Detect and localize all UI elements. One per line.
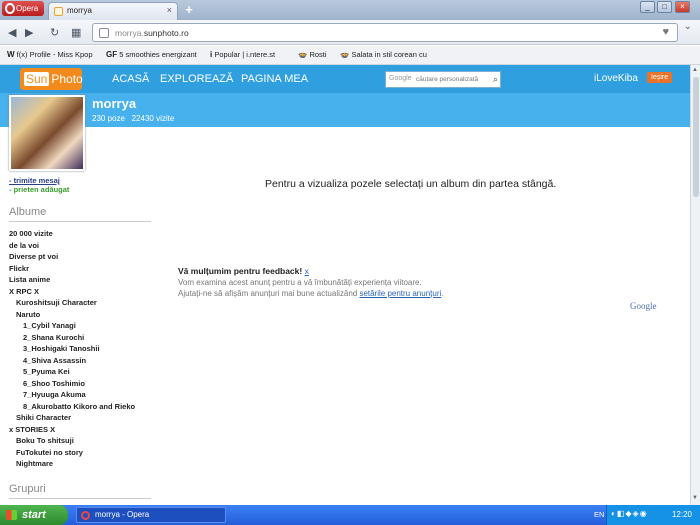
groups-divider (9, 498, 151, 499)
taskbar-item-opera[interactable]: morrya - Opera (76, 507, 226, 523)
scrollbar-thumb[interactable] (693, 77, 699, 197)
album-item[interactable]: 1_Cybil Yanagi (9, 320, 159, 332)
google-logo: Google (630, 301, 657, 311)
album-item[interactable]: 3_Hoshigaki Tanoshii (9, 343, 159, 355)
address-input[interactable]: morrya.sunphoto.ro ♥ (92, 23, 678, 42)
bookmark-item[interactable]: i Popular | i.ntere.st (210, 50, 275, 59)
profile-avatar[interactable] (9, 95, 85, 171)
nav-pagina-mea[interactable]: PAGINA MEA (241, 73, 308, 85)
feedback-title: Vă mulțumim pentru feedback! x (178, 266, 309, 276)
opera-menu-label: Opera (16, 4, 39, 13)
web-page: Sun Photo ACASĂ EXPLOREAZĂ PAGINA MEA Goo… (0, 65, 690, 505)
home-grid-icon[interactable]: ▦ (71, 26, 81, 39)
windows-taskbar: start morrya - Opera EN ◐◧◆◈◉ 12:20 (0, 505, 700, 525)
album-item[interactable]: Lista anime (9, 274, 159, 286)
album-item[interactable]: Shiki Character (9, 412, 159, 424)
start-button[interactable]: start (0, 505, 68, 525)
sunphoto-logo[interactable]: Sun Photo (20, 68, 83, 90)
bookmark-item[interactable]: W f(x) Profile - Miss Kpop (7, 50, 93, 59)
send-message-link[interactable]: - trimite mesaj (9, 176, 69, 185)
feedback-line-2: Ajutați-ne să afișăm anunțuri mai bune a… (178, 289, 444, 298)
taskbar-item-label: morrya - Opera (95, 510, 150, 519)
tab-morrya[interactable]: morrya × (48, 2, 178, 20)
current-user-link[interactable]: iLoveKiba (594, 73, 638, 84)
album-item[interactable]: 20 000 vizite (9, 228, 159, 240)
album-item[interactable]: 4_Shiva Assassin (9, 355, 159, 367)
album-item[interactable]: 2_Shana Kurochi (9, 332, 159, 344)
tab-close-icon[interactable]: × (167, 5, 172, 15)
site-header: Sun Photo ACASĂ EXPLOREAZĂ PAGINA MEA Goo… (0, 65, 690, 93)
logout-button[interactable]: Ieșire (647, 72, 673, 83)
feedback-line-1: Vom examina acest anunț pentru a vă îmbu… (178, 278, 422, 287)
album-item[interactable]: Kuroshitsuji Character (9, 297, 159, 309)
feedback-close-link[interactable]: x (305, 266, 309, 276)
minimize-button[interactable]: _ (640, 1, 655, 13)
start-label: start (22, 509, 46, 521)
site-search-input[interactable]: Google căutare personalizată ⌕ (385, 71, 501, 88)
bookmarks-bar: W f(x) Profile - Miss Kpop GF 5 smoothie… (0, 46, 700, 65)
site-info-icon[interactable] (99, 28, 109, 38)
system-clock[interactable]: 12:20 (672, 510, 692, 519)
album-item[interactable]: Nightmare (9, 458, 159, 470)
tab-favicon-icon (54, 7, 63, 16)
browser-tab-bar: Opera morrya × + _ □ × (0, 0, 700, 20)
address-toolbar: ◀ ▶ ↻ ▦ morrya.sunphoto.ro ♥ ⌄ (0, 20, 700, 45)
opera-menu-button[interactable]: Opera (2, 1, 44, 16)
tab-title: morrya (67, 6, 92, 15)
search-icon[interactable]: ⌕ (493, 74, 498, 85)
album-list: 20 000 vizite de la voi Diverse pt voi Flic… (9, 228, 159, 470)
language-indicator[interactable]: EN (594, 510, 604, 519)
reload-icon[interactable]: ↻ (50, 26, 59, 39)
back-arrow-icon[interactable]: ◀ (8, 26, 16, 39)
album-item[interactable]: Flickr (9, 263, 159, 275)
close-window-button[interactable]: × (675, 1, 690, 13)
albums-divider (9, 221, 151, 222)
profile-stats: 230 poze 22430 vizite (92, 114, 175, 123)
tray-icons[interactable]: ◐◧◆◈◉ (611, 509, 648, 518)
bookmark-item[interactable]: GF 5 smoothies energizant (106, 50, 197, 59)
album-item[interactable]: X RPC X (9, 286, 159, 298)
system-tray: ◐◧◆◈◉ 12:20 (606, 505, 700, 525)
album-item[interactable]: FuTokutei no story (9, 447, 159, 459)
windows-logo-icon (6, 510, 17, 520)
album-item[interactable]: de la voi (9, 240, 159, 252)
select-album-message: Pentru a vizualiza pozele selectați un a… (265, 178, 557, 190)
opera-logo-icon (81, 511, 90, 520)
new-tab-button[interactable]: + (182, 3, 196, 17)
address-text: morrya.sunphoto.ro (115, 28, 189, 38)
scroll-up-arrow-icon[interactable]: ▲ (692, 67, 698, 73)
search-dropdown-chevron-icon[interactable]: ⌄ (684, 21, 692, 32)
bookmark-heart-icon[interactable]: ♥ (662, 26, 669, 38)
ad-settings-link[interactable]: setările pentru anunțuri (359, 289, 441, 298)
google-search-brand: Google (389, 75, 412, 82)
opera-logo-icon (5, 3, 15, 14)
page-scrollbar[interactable]: ▲ ▼ (690, 65, 700, 505)
scroll-down-arrow-icon[interactable]: ▼ (692, 495, 698, 501)
nav-acasa[interactable]: ACASĂ (112, 73, 149, 85)
album-item[interactable]: x STORIES X (9, 424, 159, 436)
album-item[interactable]: 5_Pyuma Kei (9, 366, 159, 378)
album-item[interactable]: 7_Hyuuga Akuma (9, 389, 159, 401)
maximize-button[interactable]: □ (657, 1, 672, 13)
bookmark-item[interactable]: 🍲 Rosti (298, 50, 327, 59)
ad-feedback-box: Vă mulțumim pentru feedback! x Vom exami… (178, 266, 658, 298)
album-item[interactable]: Naruto (9, 309, 159, 321)
album-item[interactable]: 8_Akurobatto Kikoro and Rieko (9, 401, 159, 413)
nav-exploreaza[interactable]: EXPLOREAZĂ (160, 73, 233, 85)
bookmark-item[interactable]: 🍲 Salata in stil corean cu (340, 50, 427, 59)
profile-actions: - trimite mesaj - prieten adăugat (9, 176, 69, 194)
album-item[interactable]: Boku To shitsuji (9, 435, 159, 447)
profile-name[interactable]: morrya (92, 96, 136, 111)
forward-arrow-icon[interactable]: ▶ (25, 26, 33, 39)
search-placeholder: căutare personalizată (416, 76, 479, 83)
groups-heading: Grupuri (9, 483, 46, 495)
album-item[interactable]: Diverse pt voi (9, 251, 159, 263)
friend-added-label: - prieten adăugat (9, 185, 70, 194)
album-item[interactable]: 6_Shoo Toshimio (9, 378, 159, 390)
albums-heading: Albume (9, 206, 47, 218)
